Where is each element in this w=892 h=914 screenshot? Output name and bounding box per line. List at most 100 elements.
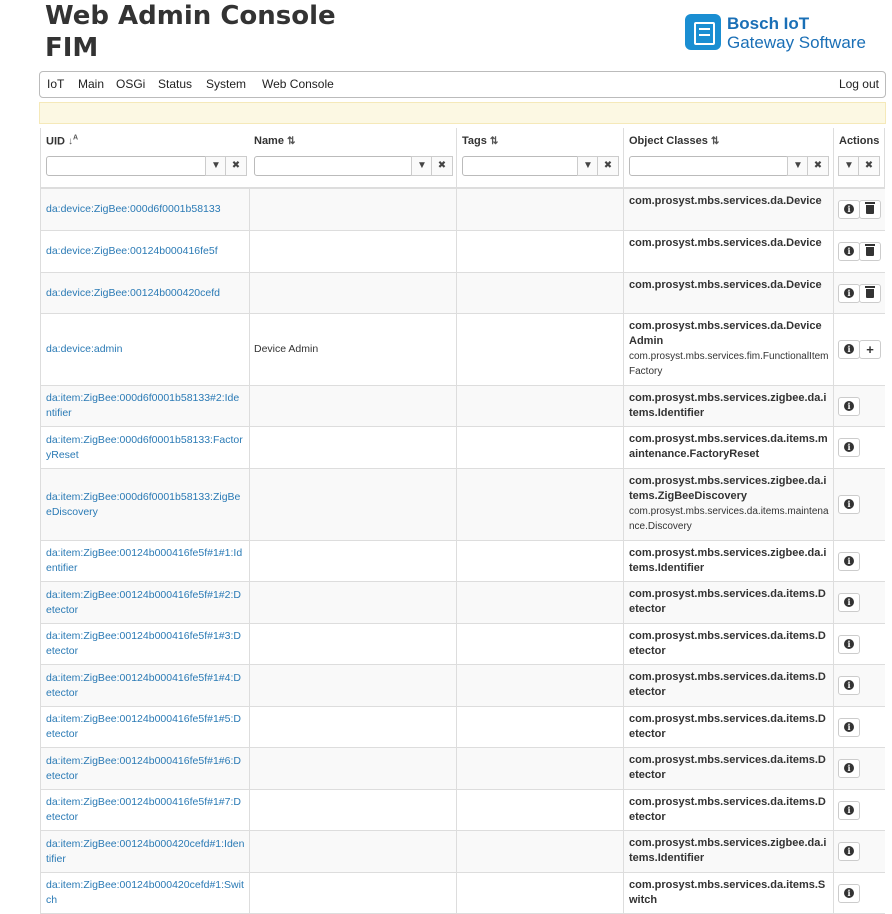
name-filter-input[interactable]: [254, 156, 413, 176]
info-button[interactable]: i: [838, 801, 860, 820]
uid-cell: da:item:ZigBee:00124b000416fe5f#1#4:Dete…: [40, 665, 250, 706]
object-classes-list: com.prosyst.mbs.services.da.Device: [629, 194, 829, 209]
actions-cell: i: [834, 665, 884, 706]
info-button[interactable]: i: [838, 200, 860, 219]
info-button[interactable]: i: [838, 842, 860, 861]
uid-link[interactable]: da:device:ZigBee:000d6f0001b58133: [46, 202, 245, 217]
info-button[interactable]: i: [838, 884, 860, 903]
tags-cell: [457, 831, 624, 872]
info-button[interactable]: i: [838, 718, 860, 737]
uid-link[interactable]: da:item:ZigBee:00124b000416fe5f#1#2:Dete…: [46, 588, 245, 618]
nav-item-web-console[interactable]: Web Console: [262, 77, 334, 91]
info-button[interactable]: i: [838, 242, 860, 261]
uid-link[interactable]: da:device:admin: [46, 342, 245, 357]
info-button[interactable]: i: [838, 438, 860, 457]
nav-item-system[interactable]: System: [206, 77, 246, 91]
object-class-primary: com.prosyst.mbs.services.da.items.mainte…: [629, 433, 828, 460]
info-button[interactable]: i: [838, 397, 860, 416]
table-row: da:device:ZigBee:000d6f0001b58133 com.pro…: [40, 189, 885, 231]
object-classes-filter-input[interactable]: [629, 156, 789, 176]
clear-filter-icon[interactable]: ✖: [431, 156, 453, 176]
delete-button[interactable]: [859, 200, 881, 219]
sort-icon[interactable]: ⇅: [711, 136, 719, 147]
tags-cell: [457, 748, 624, 789]
add-button[interactable]: +: [859, 340, 881, 359]
uid-link[interactable]: da:device:ZigBee:00124b000420cefd: [46, 286, 245, 301]
actions-cell: i: [834, 707, 884, 747]
uid-cell: da:device:admin: [40, 314, 250, 385]
actions-header-label: Actions: [839, 135, 880, 147]
sort-icon[interactable]: ⇅: [490, 136, 498, 147]
object-class-secondary: com.prosyst.mbs.services.da.items.mainte…: [629, 506, 829, 532]
filter-icon[interactable]: ▼: [838, 156, 860, 176]
info-button[interactable]: i: [838, 759, 860, 778]
tags-filter-input[interactable]: [462, 156, 580, 176]
clear-filter-icon[interactable]: ✖: [597, 156, 619, 176]
info-button[interactable]: i: [838, 635, 860, 654]
title-line-1: Web Admin Console: [45, 1, 336, 31]
uid-link[interactable]: da:item:ZigBee:00124b000416fe5f#1#1:Iden…: [46, 546, 245, 576]
info-button[interactable]: i: [838, 340, 860, 359]
uid-link[interactable]: da:item:ZigBee:00124b000416fe5f#1#3:Dete…: [46, 629, 245, 659]
nav-item-osgi[interactable]: OSGi: [116, 77, 145, 91]
object-class-primary: com.prosyst.mbs.services.zigbee.da.items…: [629, 475, 827, 502]
info-button[interactable]: i: [838, 495, 860, 514]
sort-icon[interactable]: ⇅: [287, 136, 295, 147]
info-button[interactable]: i: [838, 593, 860, 612]
uid-link[interactable]: da:device:ZigBee:00124b000416fe5f: [46, 244, 245, 259]
object-classes-cell: com.prosyst.mbs.services.da.items.Detect…: [624, 665, 834, 706]
filter-icon[interactable]: ▼: [787, 156, 809, 176]
table-row: da:device:ZigBee:00124b000416fe5f com.pro…: [40, 231, 885, 273]
object-classes-list: com.prosyst.mbs.services.da.items.Detect…: [629, 795, 829, 825]
table-row: da:item:ZigBee:000d6f0001b58133#2:Identi…: [40, 386, 885, 427]
uid-link[interactable]: da:item:ZigBee:00124b000416fe5f#1#4:Dete…: [46, 671, 245, 701]
sort-asc-icon[interactable]: ↓A: [68, 135, 78, 147]
nav-item-iot[interactable]: IoT: [47, 77, 64, 91]
object-class-primary: com.prosyst.mbs.services.da.items.Detect…: [629, 630, 826, 657]
actions-cell: i: [834, 469, 884, 540]
uid-header-label: UID: [46, 135, 65, 148]
uid-filter-input[interactable]: [46, 156, 208, 176]
filter-icon[interactable]: ▼: [411, 156, 433, 176]
uid-link[interactable]: da:item:ZigBee:00124b000416fe5f#1#7:Dete…: [46, 795, 245, 825]
gateway-logo-icon: [685, 14, 721, 50]
logout-link[interactable]: Log out: [839, 77, 879, 91]
actions-cell: i: [834, 790, 884, 830]
filter-icon[interactable]: ▼: [577, 156, 599, 176]
table-row: da:item:ZigBee:00124b000416fe5f#1#7:Dete…: [40, 790, 885, 831]
info-icon: i: [844, 344, 854, 355]
uid-link[interactable]: da:item:ZigBee:00124b000416fe5f#1#5:Dete…: [46, 712, 245, 742]
info-button[interactable]: i: [838, 676, 860, 695]
info-button[interactable]: i: [838, 552, 860, 571]
actions-cell: i: [834, 273, 884, 313]
object-class-primary: com.prosyst.mbs.services.zigbee.da.items…: [629, 547, 827, 574]
object-classes-cell: com.prosyst.mbs.services.da.Device: [624, 189, 834, 230]
object-classes-list: com.prosyst.mbs.services.zigbee.da.items…: [629, 474, 829, 534]
uid-link[interactable]: da:item:ZigBee:00124b000420cefd#1:Switch: [46, 878, 245, 908]
actions-cell: i: [834, 582, 884, 623]
uid-link[interactable]: da:item:ZigBee:00124b000416fe5f#1#6:Dete…: [46, 754, 245, 784]
actions-cell: i: [834, 386, 884, 426]
clear-filter-icon[interactable]: ✖: [225, 156, 247, 176]
uid-link[interactable]: da:item:ZigBee:00124b000420cefd#1:Identi…: [46, 837, 245, 867]
object-class-primary: com.prosyst.mbs.services.da.Device: [629, 237, 822, 249]
clear-filter-icon[interactable]: ✖: [807, 156, 829, 176]
uid-link[interactable]: da:item:ZigBee:000d6f0001b58133:FactoryR…: [46, 433, 245, 463]
delete-button[interactable]: [859, 284, 881, 303]
nav-item-status[interactable]: Status: [158, 77, 192, 91]
tags-cell: [457, 386, 624, 426]
logo-line-2: Gateway Software: [727, 33, 866, 52]
info-button[interactable]: i: [838, 284, 860, 303]
object-class-primary: com.prosyst.mbs.services.da.items.Detect…: [629, 713, 826, 740]
object-classes-list: com.prosyst.mbs.services.da.items.Detect…: [629, 629, 829, 659]
object-classes-list: com.prosyst.mbs.services.da.Device: [629, 236, 829, 251]
filter-icon[interactable]: ▼: [205, 156, 227, 176]
page-title: Web Admin Console FIM: [45, 0, 336, 64]
uid-link[interactable]: da:item:ZigBee:000d6f0001b58133#2:Identi…: [46, 391, 245, 421]
uid-link[interactable]: da:item:ZigBee:000d6f0001b58133:ZigBeeDi…: [46, 490, 245, 520]
clear-filter-icon[interactable]: ✖: [858, 156, 880, 176]
object-classes-list: com.prosyst.mbs.services.da.items.mainte…: [629, 432, 829, 462]
delete-button[interactable]: [859, 242, 881, 261]
nav-item-main[interactable]: Main: [78, 77, 104, 91]
object-class-primary: com.prosyst.mbs.services.zigbee.da.items…: [629, 837, 827, 864]
